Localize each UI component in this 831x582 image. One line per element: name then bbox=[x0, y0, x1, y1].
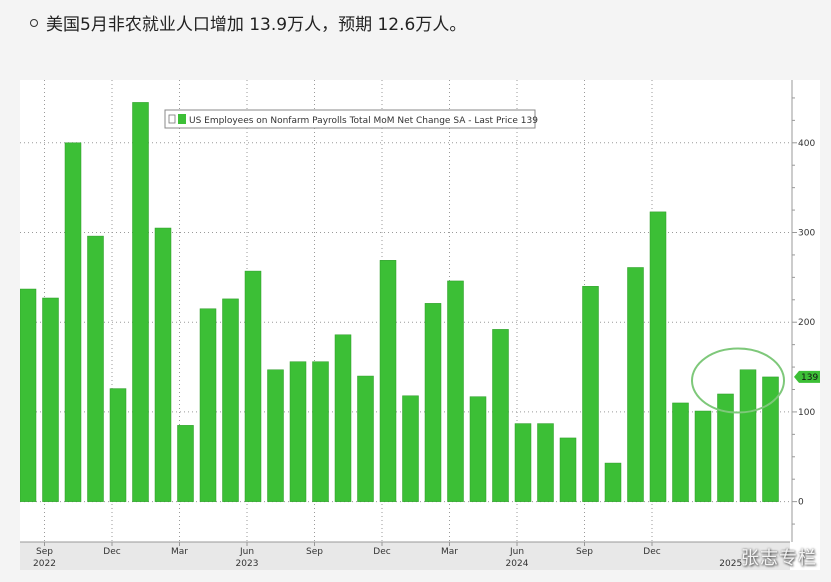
bar bbox=[312, 361, 329, 502]
y-tick-label: 200 bbox=[798, 318, 815, 328]
y-tick-label: 400 bbox=[798, 139, 815, 149]
x-month-label: Dec bbox=[103, 547, 120, 557]
bar bbox=[649, 211, 667, 502]
x-month-label: Sep bbox=[576, 547, 593, 557]
bar bbox=[42, 297, 59, 502]
bar bbox=[87, 235, 104, 502]
x-month-label: Mar bbox=[171, 547, 188, 557]
x-month-label: Jun bbox=[509, 547, 524, 557]
bar bbox=[244, 270, 262, 502]
bar bbox=[739, 369, 757, 502]
bar bbox=[492, 329, 509, 502]
bar bbox=[357, 375, 374, 502]
x-month-label: Sep bbox=[306, 547, 323, 557]
bar bbox=[109, 388, 127, 502]
bar bbox=[559, 437, 577, 502]
x-year-label: 2023 bbox=[236, 559, 259, 569]
bar bbox=[627, 267, 644, 502]
bar bbox=[402, 395, 419, 502]
bar bbox=[154, 227, 172, 502]
bar bbox=[20, 288, 37, 502]
payrolls-bar-chart: 0 100 200 300 400 139 US Employees on Nonfarm … bbox=[20, 80, 820, 570]
watermark-text: 张志专栏 bbox=[741, 548, 817, 569]
headline-text: 美国5月非农就业人口增加 13.9万人，预期 12.6万人。 bbox=[46, 15, 467, 35]
bar bbox=[447, 280, 464, 502]
x-month-label: Jun bbox=[239, 547, 254, 557]
legend-swatch bbox=[178, 114, 186, 124]
bar bbox=[334, 334, 352, 502]
bar bbox=[469, 396, 487, 502]
bar bbox=[694, 410, 712, 502]
x-axis-band bbox=[20, 542, 790, 570]
bar bbox=[537, 423, 554, 502]
y-tick-label: 0 bbox=[798, 498, 804, 508]
chart-panel: 0 100 200 300 400 139 US Employees on Nonfarm … bbox=[20, 80, 820, 570]
bar bbox=[177, 425, 194, 502]
y-tick-label: 300 bbox=[798, 229, 815, 239]
x-month-label: Sep bbox=[36, 547, 53, 557]
bar bbox=[289, 361, 307, 502]
bar bbox=[132, 102, 149, 502]
x-year-label: 2024 bbox=[506, 559, 529, 569]
x-month-label: Dec bbox=[373, 547, 390, 557]
bar bbox=[672, 402, 689, 502]
x-year-label: 2022 bbox=[33, 559, 56, 569]
bar bbox=[64, 142, 82, 502]
bar bbox=[762, 376, 779, 502]
bar bbox=[424, 303, 442, 502]
x-month-label: Mar bbox=[441, 547, 458, 557]
headline-row: 美国5月非农就业人口增加 13.9万人，预期 12.6万人。 bbox=[30, 10, 466, 35]
x-year-label: 2025 bbox=[719, 559, 742, 569]
bar bbox=[267, 369, 284, 502]
last-price-label: 139 bbox=[801, 373, 818, 383]
bar bbox=[199, 308, 217, 502]
bar bbox=[582, 286, 599, 502]
y-tick-label: 100 bbox=[798, 408, 815, 418]
bar bbox=[604, 462, 622, 502]
bar bbox=[222, 298, 239, 502]
legend-label: US Employees on Nonfarm Payrolls Total M… bbox=[189, 116, 538, 126]
bar bbox=[379, 260, 397, 502]
bullet-icon bbox=[30, 18, 38, 27]
x-month-label: Dec bbox=[643, 547, 660, 557]
bar bbox=[514, 423, 532, 502]
